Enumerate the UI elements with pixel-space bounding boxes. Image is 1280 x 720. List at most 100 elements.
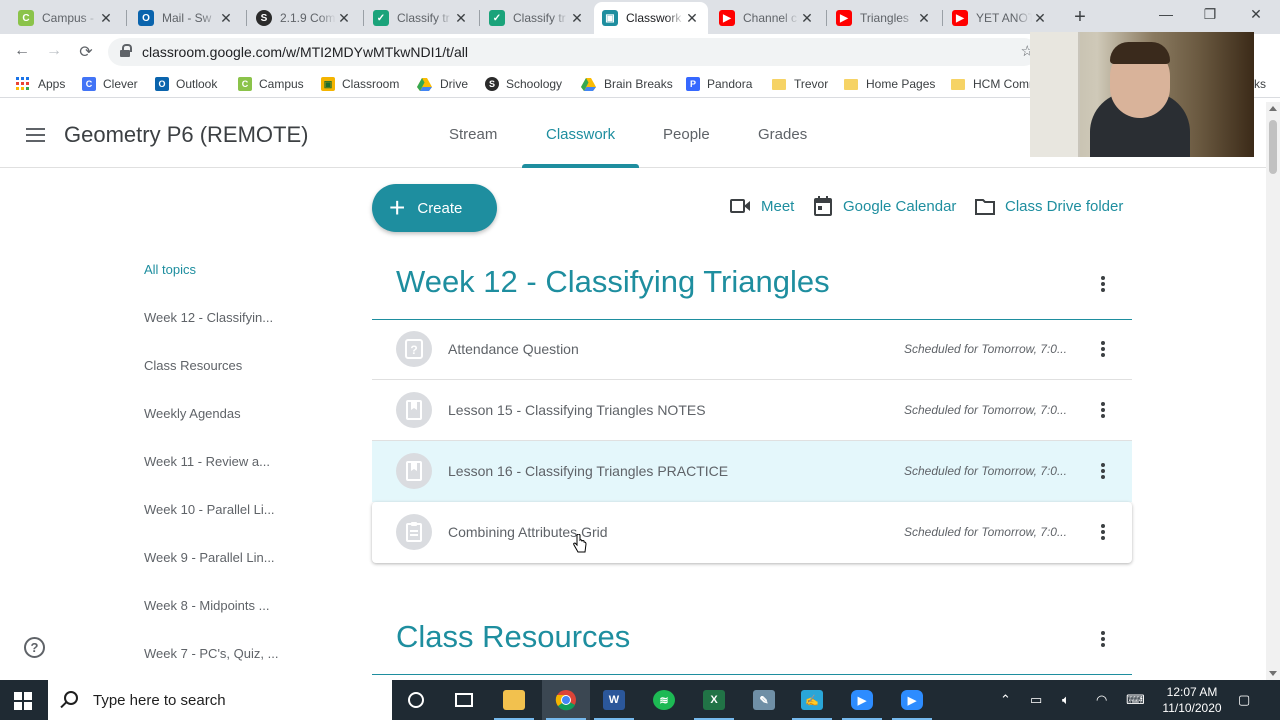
more-vert-icon[interactable] (1101, 631, 1105, 649)
tab-mail[interactable]: O Mail - Sw ✕ (130, 2, 242, 34)
tab-grades[interactable]: Grades (758, 126, 807, 143)
address-bar[interactable]: classroom.google.com/w/MTI2MDYwMTkwNDI1/… (108, 38, 1038, 66)
more-vert-icon[interactable] (1101, 276, 1105, 294)
bookmark-label: ks (1254, 77, 1266, 91)
topic-item[interactable]: Class Resources (144, 358, 242, 373)
bookmark-pandora[interactable]: P Pandora (686, 75, 752, 93)
create-button[interactable]: + Create (372, 184, 497, 232)
new-tab-button[interactable]: + (1070, 6, 1090, 29)
forward-arrow-icon[interactable]: → (44, 42, 64, 60)
bookmark-schoology[interactable]: S Schoology (485, 75, 562, 93)
close-icon[interactable]: ✕ (684, 10, 700, 27)
spotify-icon[interactable]: ≋ (640, 680, 688, 720)
tab-classwork[interactable]: Classwork (546, 126, 615, 143)
restore-button[interactable]: ❐ (1200, 6, 1220, 23)
tab-people[interactable]: People (663, 126, 710, 143)
topic-item[interactable]: Week 7 - PC's, Quiz, ... (144, 646, 278, 661)
topic-item[interactable]: Week 8 - Midpoints ... (144, 598, 269, 613)
topic-all[interactable]: All topics (144, 262, 196, 277)
close-icon[interactable]: ✕ (336, 10, 352, 27)
chrome-icon[interactable] (542, 680, 590, 720)
tab-campus[interactable]: C Campus - ✕ (10, 2, 122, 34)
more-vert-icon[interactable] (1101, 402, 1105, 420)
page-scrollbar[interactable] (1266, 102, 1280, 680)
help-icon[interactable]: ? (24, 637, 45, 658)
google-calendar-link[interactable]: Google Calendar (813, 196, 956, 216)
bookmark-hcm[interactable]: HCM Comm (951, 75, 1039, 93)
wifi-icon[interactable]: ◠ (1096, 692, 1107, 708)
clever-icon: C (82, 77, 96, 91)
section-divider (372, 674, 1132, 675)
file-explorer-icon[interactable] (490, 680, 538, 720)
topic-item[interactable]: Weekly Agendas (144, 406, 241, 421)
bookmark-label: Trevor (794, 77, 829, 91)
bookmark-overflow[interactable]: ks (1254, 75, 1266, 93)
close-window-button[interactable]: ✕ (1246, 6, 1266, 23)
scrollbar-thumb[interactable] (1269, 120, 1277, 174)
back-arrow-icon[interactable]: ← (12, 42, 32, 60)
browser-tab-strip: C Campus - ✕ O Mail - Sw ✕ S 2.1.9 Com ✕… (0, 0, 1280, 34)
close-icon[interactable]: ✕ (1032, 10, 1048, 27)
classwork-item[interactable]: Lesson 16 - Classifying Triangles PRACTI… (372, 441, 1132, 502)
more-vert-icon[interactable] (1101, 463, 1105, 481)
task-view-icon[interactable] (440, 680, 488, 720)
tab-classify-1[interactable]: ✓ Classify tr ✕ (365, 2, 477, 34)
section-title[interactable]: Class Resources (396, 619, 630, 655)
windows-start-icon[interactable] (14, 692, 32, 710)
tab-channel[interactable]: ▶ Channel c ✕ (711, 2, 823, 34)
minimize-button[interactable]: — (1156, 6, 1176, 22)
more-vert-icon[interactable] (1101, 341, 1105, 359)
hamburger-menu-icon[interactable] (26, 128, 45, 142)
notification-icon[interactable]: ▢ (1238, 692, 1250, 708)
close-icon[interactable]: ✕ (916, 10, 932, 27)
word-icon[interactable]: W (590, 680, 638, 720)
classwork-item[interactable]: ? Attendance Question Scheduled for Tomo… (372, 319, 1132, 380)
scroll-up-arrow-icon[interactable] (1269, 106, 1277, 111)
reload-icon[interactable]: ⟳ (76, 42, 96, 62)
meet-link[interactable]: Meet (730, 196, 794, 216)
close-icon[interactable]: ✕ (453, 10, 469, 27)
topic-item[interactable]: Week 9 - Parallel Lin... (144, 550, 275, 565)
zoom-icon[interactable]: ▶ (888, 680, 936, 720)
notepad-icon[interactable]: ✍ (788, 680, 836, 720)
topic-item[interactable]: Week 11 - Review a... (144, 454, 270, 469)
zoom-icon[interactable]: ▶ (838, 680, 886, 720)
scroll-down-arrow-icon[interactable] (1269, 671, 1277, 676)
tab-yet-another[interactable]: ▶ YET ANOT ✕ (944, 2, 1056, 34)
keyboard-icon[interactable]: ⌨ (1126, 692, 1145, 708)
battery-icon[interactable]: ▭ (1030, 692, 1042, 708)
topic-item[interactable]: Week 12 - Classifyin... (144, 310, 273, 325)
class-drive-folder-link[interactable]: Class Drive folder (975, 196, 1123, 216)
close-icon[interactable]: ✕ (98, 10, 114, 27)
excel-icon[interactable]: X (690, 680, 738, 720)
close-icon[interactable]: ✕ (799, 10, 815, 27)
bookmark-outlook[interactable]: O Outlook (155, 75, 217, 93)
section-title[interactable]: Week 12 - Classifying Triangles (396, 264, 830, 300)
more-vert-icon[interactable] (1101, 524, 1105, 542)
bookmark-drive[interactable]: Drive (417, 75, 468, 93)
topic-item[interactable]: Week 10 - Parallel Li... (144, 502, 275, 517)
speaker-icon[interactable]: 🔈︎ (1062, 692, 1070, 708)
system-clock[interactable]: 12:07 AM 11/10/2020 (1160, 684, 1224, 716)
chevron-up-icon[interactable]: ⌃ (1000, 692, 1011, 708)
classwork-item[interactable]: Combining Attributes Grid Scheduled for … (372, 502, 1132, 563)
taskbar-search-box[interactable]: Type here to search (48, 680, 392, 720)
close-icon[interactable]: ✕ (569, 10, 585, 27)
tab-triangles[interactable]: ▶ Triangles ✕ (828, 2, 940, 34)
bookmark-classroom[interactable]: ▣ Classroom (321, 75, 399, 93)
bookmark-home-pages[interactable]: Home Pages (844, 75, 935, 93)
bookmark-apps[interactable]: Apps (16, 75, 65, 93)
tab-classwork[interactable]: ▣ Classwork ✕ (594, 2, 708, 34)
classwork-item[interactable]: Lesson 15 - Classifying Triangles NOTES … (372, 380, 1132, 441)
tab-stream[interactable]: Stream (449, 126, 497, 143)
tab-classify-2[interactable]: ✓ Classify tr ✕ (481, 2, 593, 34)
close-icon[interactable]: ✕ (218, 10, 234, 27)
bookmark-brain-breaks[interactable]: Brain Breaks (581, 75, 673, 93)
bookmark-campus[interactable]: C Campus (238, 75, 304, 93)
bookmark-trevor[interactable]: Trevor (772, 75, 828, 93)
bookmark-clever[interactable]: C Clever (82, 75, 138, 93)
cortana-icon[interactable] (392, 680, 440, 720)
paint-icon[interactable]: ✎ (740, 680, 788, 720)
tab-219[interactable]: S 2.1.9 Com ✕ (248, 2, 360, 34)
class-title[interactable]: Geometry P6 (REMOTE) (64, 122, 308, 148)
